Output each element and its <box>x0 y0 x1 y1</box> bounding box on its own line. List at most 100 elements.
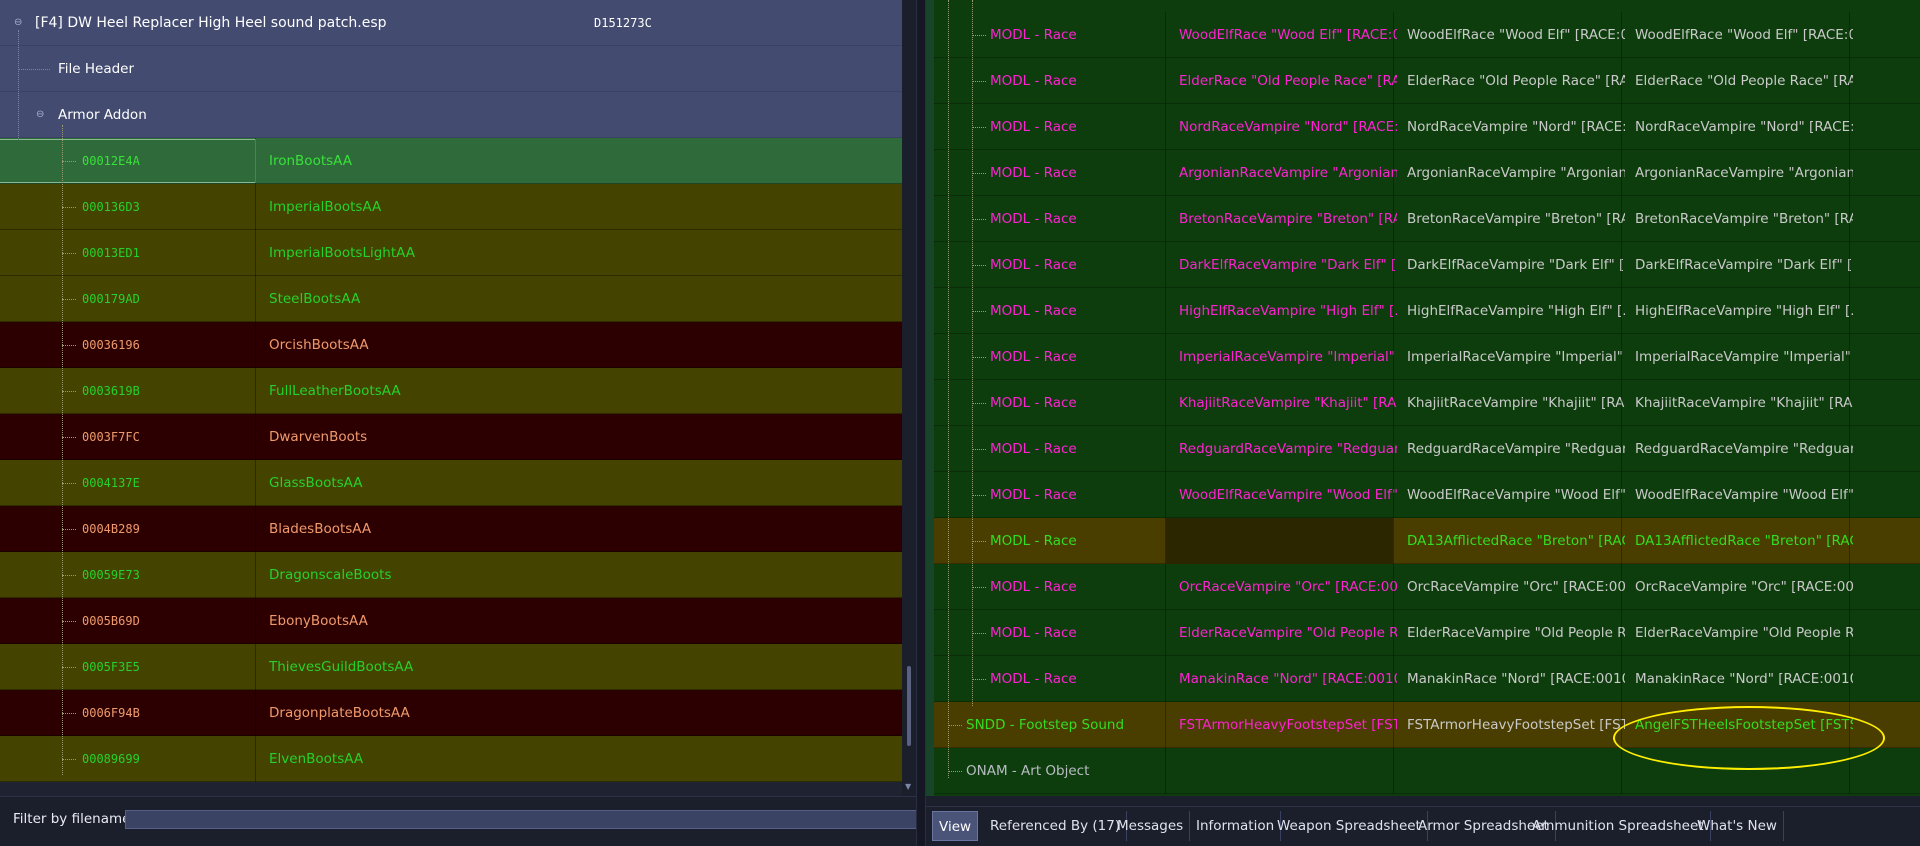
view-row[interactable]: MODL - Race ImperialRaceVampire "Imperial… <box>934 334 1920 380</box>
view-row[interactable]: MODL - Race ElderRaceVampire "Old People … <box>934 610 1920 656</box>
value-cell-1[interactable]: ElderRace "Old People Race" [RA... <box>1179 58 1397 104</box>
field-name: ONAM - Art Object <box>966 763 1090 779</box>
value-cell-2[interactable]: ManakinRace "Nord" [RACE:0010... <box>1407 656 1625 702</box>
tab-information[interactable]: Information <box>1190 811 1282 841</box>
value-cell-1[interactable]: RedguardRaceVampire "Redguar... <box>1179 426 1397 472</box>
record-row[interactable]: 00036196 OrcishBootsAA <box>0 322 902 368</box>
collapse-icon[interactable]: ⊖ <box>36 109 44 120</box>
value-cell-3[interactable]: ElderRaceVampire "Old People R... <box>1635 610 1853 656</box>
value-cell-1[interactable]: KhajiitRaceVampire "Khajiit" [RA... <box>1179 380 1397 426</box>
tree-node-armor-addon[interactable]: ⊖ Armor Addon <box>0 92 902 138</box>
tab-referenced-by-17[interactable]: Referenced By (17) <box>984 811 1128 841</box>
value-cell-2[interactable]: RedguardRaceVampire "Redguar... <box>1407 426 1625 472</box>
value-cell-2[interactable]: WoodElfRace "Wood Elf" [RACE:0... <box>1407 12 1625 58</box>
value-cell-3[interactable]: ManakinRace "Nord" [RACE:0010... <box>1635 656 1853 702</box>
value-cell-3[interactable]: DA13AfflictedRace "Breton" [RAC... <box>1635 518 1853 564</box>
value-cell-2[interactable]: DarkElfRaceVampire "Dark Elf" [R... <box>1407 242 1625 288</box>
value-cell-1[interactable]: BretonRaceVampire "Breton" [RA... <box>1179 196 1397 242</box>
record-row[interactable]: 00012E4A IronBootsAA <box>0 138 902 184</box>
value-cell-1[interactable]: ElderRaceVampire "Old People R... <box>1179 610 1397 656</box>
value-cell-1[interactable]: ArgonianRaceVampire "Argonian... <box>1179 150 1397 196</box>
record-view[interactable]: MODL - Race WoodElfRace "Wood Elf" [RACE:… <box>926 0 1920 796</box>
value-cell-2[interactable]: HighElfRaceVampire "High Elf" [... <box>1407 288 1625 334</box>
navigation-tree[interactable]: ⊖ [F4] DW Heel Replacer High Heel sound … <box>0 0 902 796</box>
value-cell-1[interactable]: WoodElfRaceVampire "Wood Elf"... <box>1179 472 1397 518</box>
tree-node-plugin[interactable]: ⊖ [F4] DW Heel Replacer High Heel sound … <box>0 0 902 46</box>
record-row[interactable]: 000179AD SteelBootsAA <box>0 276 902 322</box>
value-cell-2[interactable]: ElderRace "Old People Race" [RA... <box>1407 58 1625 104</box>
value-cell-2[interactable]: KhajiitRaceVampire "Khajiit" [RA... <box>1407 380 1625 426</box>
value-cell-1[interactable]: NordRaceVampire "Nord" [RACE:... <box>1179 104 1397 150</box>
view-row[interactable]: MODL - Race KhajiitRaceVampire "Khajiit" … <box>934 380 1920 426</box>
value-cell-1[interactable] <box>1179 748 1397 794</box>
record-row[interactable]: 0003F7FC DwarvenBoots <box>0 414 902 460</box>
value-cell-1[interactable]: FSTArmorHeavyFootstepSet [FST... <box>1179 702 1397 748</box>
value-cell-3[interactable]: ArgonianRaceVampire "Argonian... <box>1635 150 1853 196</box>
view-row[interactable]: MODL - Race HighElfRaceVampire "High Elf"… <box>934 288 1920 334</box>
value-cell-2[interactable]: BretonRaceVampire "Breton" [RA... <box>1407 196 1625 242</box>
value-cell-1[interactable]: HighElfRaceVampire "High Elf" [... <box>1179 288 1397 334</box>
tab-view[interactable]: View <box>932 811 979 841</box>
value-cell-3[interactable]: BretonRaceVampire "Breton" [RA... <box>1635 196 1853 242</box>
value-cell-1[interactable]: ManakinRace "Nord" [RACE:0010... <box>1179 656 1397 702</box>
value-cell-2[interactable]: ElderRaceVampire "Old People R... <box>1407 610 1625 656</box>
tree-connector <box>972 265 986 266</box>
value-cell-1[interactable]: DarkElfRaceVampire "Dark Elf" [R... <box>1179 242 1397 288</box>
value-cell-3[interactable]: ImperialRaceVampire "Imperial" [... <box>1635 334 1853 380</box>
value-cell-2[interactable] <box>1407 748 1625 794</box>
view-row[interactable]: MODL - Race ElderRace "Old People Race" [… <box>934 58 1920 104</box>
scroll-down-arrow-icon[interactable]: ▼ <box>905 782 911 791</box>
value-cell-2[interactable]: OrcRaceVampire "Orc" [RACE:000... <box>1407 564 1625 610</box>
value-cell-1[interactable]: WoodElfRace "Wood Elf" [RACE:0... <box>1179 12 1397 58</box>
record-row[interactable]: 00089699 ElvenBootsAA <box>0 736 902 782</box>
tab-weapon-spreadsheet[interactable]: Weapon Spreadsheet <box>1271 811 1428 841</box>
view-row[interactable]: MODL - Race BretonRaceVampire "Breton" [R… <box>934 196 1920 242</box>
view-row[interactable]: MODL - Race ArgonianRaceVampire "Argonian… <box>934 150 1920 196</box>
column-divider <box>1621 242 1622 288</box>
value-cell-2[interactable]: WoodElfRaceVampire "Wood Elf"... <box>1407 472 1625 518</box>
value-cell-3[interactable]: ElderRace "Old People Race" [RA... <box>1635 58 1853 104</box>
view-row[interactable]: MODL - Race OrcRaceVampire "Orc" [RACE:00… <box>934 564 1920 610</box>
value-cell-3[interactable]: OrcRaceVampire "Orc" [RACE:000... <box>1635 564 1853 610</box>
value-cell-3[interactable]: NordRaceVampire "Nord" [RACE:... <box>1635 104 1853 150</box>
view-row[interactable]: MODL - Race DA13AfflictedRace "Breton" [R… <box>934 518 1920 564</box>
view-row[interactable]: MODL - Race WoodElfRace "Wood Elf" [RACE:… <box>934 12 1920 58</box>
value-cell-2[interactable]: NordRaceVampire "Nord" [RACE:... <box>1407 104 1625 150</box>
record-row[interactable]: 0005B69D EbonyBootsAA <box>0 598 902 644</box>
record-row[interactable]: 0004137E GlassBootsAA <box>0 460 902 506</box>
value-cell-1[interactable] <box>1179 518 1397 564</box>
pane-splitter[interactable] <box>916 0 926 846</box>
scroll-thumb[interactable] <box>907 666 911 746</box>
value-cell-1[interactable]: ImperialRaceVampire "Imperial" [... <box>1179 334 1397 380</box>
view-row[interactable]: MODL - Race ManakinRace "Nord" [RACE:0010… <box>934 656 1920 702</box>
left-scrollbar[interactable]: ▼ <box>902 0 916 796</box>
value-cell-3[interactable]: DarkElfRaceVampire "Dark Elf" [R... <box>1635 242 1853 288</box>
view-row[interactable]: MODL - Race DarkElfRaceVampire "Dark Elf"… <box>934 242 1920 288</box>
tab-ammunition-spreadsheet[interactable]: Ammunition Spreadsheet <box>1526 811 1711 841</box>
record-row[interactable]: 0004B289 BladesBootsAA <box>0 506 902 552</box>
view-row[interactable]: MODL - Race NordRaceVampire "Nord" [RACE:… <box>934 104 1920 150</box>
value-cell-3[interactable]: RedguardRaceVampire "Redguar... <box>1635 426 1853 472</box>
record-row[interactable]: 0006F94B DragonplateBootsAA <box>0 690 902 736</box>
record-row[interactable]: 0003619B FullLeatherBootsAA <box>0 368 902 414</box>
value-cell-3[interactable]: HighElfRaceVampire "High Elf" [... <box>1635 288 1853 334</box>
value-cell-2[interactable]: ArgonianRaceVampire "Argonian... <box>1407 150 1625 196</box>
record-row[interactable]: 000136D3 ImperialBootsAA <box>0 184 902 230</box>
value-cell-2[interactable]: FSTArmorHeavyFootstepSet [FST... <box>1407 702 1625 748</box>
value-cell-3[interactable]: KhajiitRaceVampire "Khajiit" [RA... <box>1635 380 1853 426</box>
value-cell-3[interactable]: WoodElfRace "Wood Elf" [RACE:0... <box>1635 12 1853 58</box>
tree-node-file-header[interactable]: File Header <box>0 46 902 92</box>
record-row[interactable]: 00059E73 DragonscaleBoots <box>0 552 902 598</box>
value-cell-2[interactable]: ImperialRaceVampire "Imperial" [... <box>1407 334 1625 380</box>
view-row[interactable]: MODL - Race RedguardRaceVampire "Redguar.… <box>934 426 1920 472</box>
value-cell-3[interactable]: WoodElfRaceVampire "Wood Elf"... <box>1635 472 1853 518</box>
value-cell-2[interactable]: DA13AfflictedRace "Breton" [RAC... <box>1407 518 1625 564</box>
filter-input[interactable] <box>125 810 919 829</box>
tab-what-s-new[interactable]: What's New <box>1691 811 1784 841</box>
tab-messages[interactable]: Messages <box>1111 811 1191 841</box>
record-row[interactable]: 0005F3E5 ThievesGuildBootsAA <box>0 644 902 690</box>
view-row[interactable]: MODL - Race WoodElfRaceVampire "Wood Elf"… <box>934 472 1920 518</box>
collapse-icon[interactable]: ⊖ <box>14 17 22 28</box>
value-cell-1[interactable]: OrcRaceVampire "Orc" [RACE:000... <box>1179 564 1397 610</box>
record-row[interactable]: 00013ED1 ImperialBootsLightAA <box>0 230 902 276</box>
